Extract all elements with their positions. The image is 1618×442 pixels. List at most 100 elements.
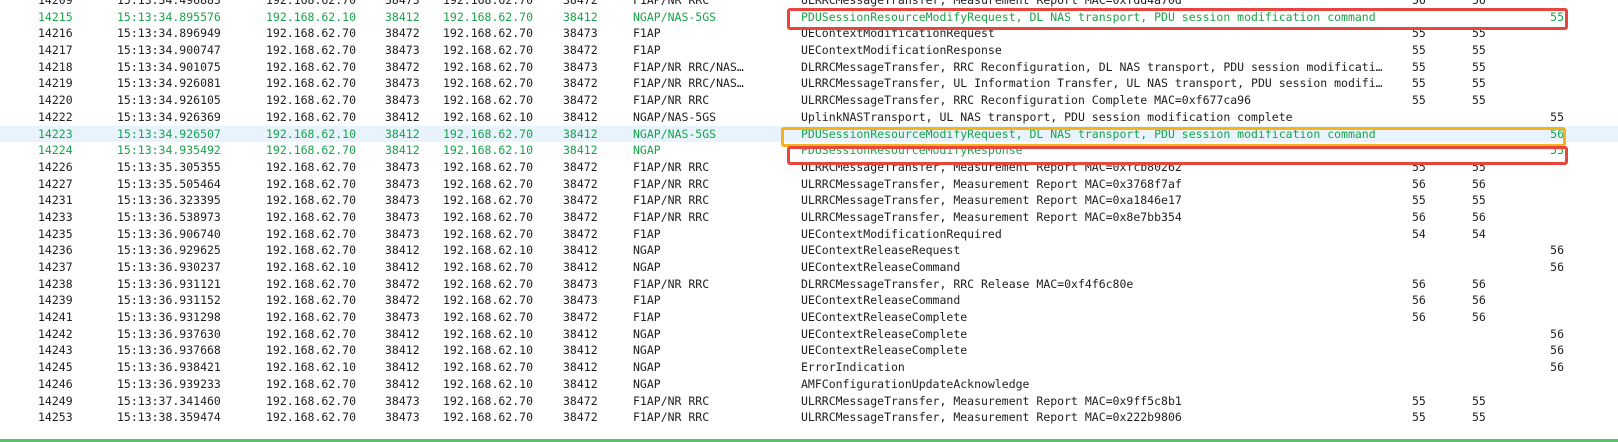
packet-number: 14245 (38, 360, 73, 375)
packet-row[interactable]: 14220 15:13:34.926105 192.168.62.70 38473 19… (0, 92, 1618, 109)
packet-source-port: 38473 (385, 393, 420, 408)
packet-field-3: 55 (1550, 143, 1564, 158)
packet-row[interactable]: 14243 15:13:36.937668 192.168.62.70 38412 19… (0, 342, 1618, 360)
packet-number: 14238 (38, 276, 73, 291)
packet-row[interactable]: 14237 15:13:36.930237 192.168.62.10 38412 19… (0, 259, 1618, 276)
packet-destination-port: 38473 (563, 276, 598, 291)
packet-field-2: 56 (1472, 209, 1486, 224)
packet-info: ULRRCMessageTransfer, Measurement Report… (801, 209, 1182, 224)
packet-row[interactable]: 14224 15:13:34.935492 192.168.62.70 38412 19… (0, 142, 1618, 159)
packet-source: 192.168.62.70 (266, 276, 357, 291)
packet-row[interactable]: 14235 15:13:36.906740 192.168.62.70 38473 19… (0, 225, 1618, 243)
packet-info: UEContextModificationRequired (801, 226, 1002, 241)
packet-row[interactable]: 14222 15:13:34.926369 192.168.62.70 38412 19… (0, 108, 1618, 126)
packet-time: 15:13:34.896949 (117, 26, 221, 41)
packet-row[interactable]: 14216 15:13:34.896949 192.168.62.70 38472 19… (0, 25, 1618, 43)
packet-row[interactable]: 14233 15:13:36.538973 192.168.62.70 38473 19… (0, 208, 1618, 226)
packet-source: 192.168.62.70 (266, 209, 357, 224)
packet-row[interactable]: 14209 15:13:34.496883 192.168.62.70 38473 19… (0, 0, 1618, 9)
packet-source-port: 38412 (385, 109, 420, 124)
packet-info: DLRRCMessageTransfer, RRC Release MAC=0x… (801, 276, 1134, 291)
packet-row[interactable]: 14242 15:13:36.937630 192.168.62.70 38412 19… (0, 325, 1618, 343)
packet-field-2: 55 (1472, 76, 1486, 91)
packet-number: 14231 (38, 193, 73, 208)
packet-info: UEContextReleaseComplete (801, 343, 968, 358)
packet-row[interactable]: 14226 15:13:35.305355 192.168.62.70 38473 19… (0, 158, 1618, 176)
packet-info: ErrorIndication (801, 360, 905, 375)
packet-time: 15:13:36.938421 (117, 360, 221, 375)
packet-source: 192.168.62.70 (266, 293, 357, 308)
packet-source: 192.168.62.70 (266, 176, 357, 191)
packet-source-port: 38473 (385, 310, 420, 325)
packet-protocol: F1AP/NR RRC (633, 193, 710, 208)
packet-field-3: 56 (1550, 343, 1564, 358)
packet-row[interactable]: 14238 15:13:36.931121 192.168.62.70 38472 19… (0, 275, 1618, 293)
packet-row[interactable]: 14217 15:13:34.900747 192.168.62.70 38473 19… (0, 42, 1618, 59)
packet-field-3: 56 (1550, 126, 1564, 141)
packet-row[interactable]: 14245 15:13:36.938421 192.168.62.10 38412 19… (0, 359, 1618, 376)
packet-number: 14249 (38, 393, 73, 408)
packet-destination: 192.168.62.70 (443, 126, 534, 141)
packet-source-port: 38472 (385, 26, 420, 41)
packet-destination: 192.168.62.10 (443, 243, 534, 258)
packet-info: PDUSessionResourceModifyRequest, DL NAS … (801, 126, 1376, 141)
packet-number: 14227 (38, 176, 73, 191)
packet-destination-port: 38472 (563, 0, 598, 7)
packet-source: 192.168.62.70 (266, 143, 357, 158)
packet-source-port: 38472 (385, 293, 420, 308)
packet-field-1: 55 (1412, 93, 1426, 108)
packet-number: 14253 (38, 410, 73, 425)
packet-protocol: NGAP/NAS-5GS (633, 9, 717, 24)
packet-source-port: 38412 (385, 326, 420, 341)
packet-row[interactable]: 14249 15:13:37.341460 192.168.62.70 38473 19… (0, 392, 1618, 410)
packet-time: 15:13:36.930237 (117, 260, 221, 274)
packet-destination-port: 38412 (563, 109, 598, 124)
packet-protocol: NGAP (633, 260, 661, 274)
packet-info: UEContextReleaseRequest (801, 243, 961, 258)
packet-field-2: 55 (1472, 26, 1486, 41)
packet-protocol: NGAP/NAS-5GS (633, 126, 717, 141)
packet-source: 192.168.62.70 (266, 376, 357, 391)
packet-source-port: 38473 (385, 93, 420, 108)
packet-destination: 192.168.62.70 (443, 410, 534, 425)
packet-row[interactable]: 14215 15:13:34.895576 192.168.62.10 38412 19… (0, 8, 1618, 26)
packet-source: 192.168.62.70 (266, 0, 357, 7)
packet-row[interactable]: 14227 15:13:35.505464 192.168.62.70 38473 19… (0, 175, 1618, 193)
packet-destination: 192.168.62.70 (443, 193, 534, 208)
packet-row[interactable]: 14246 15:13:36.939233 192.168.62.70 38412 19… (0, 375, 1618, 393)
packet-info: UEContextModificationResponse (801, 43, 1002, 58)
packet-info: UEContextReleaseComplete (801, 310, 968, 325)
packet-destination-port: 38473 (563, 26, 598, 41)
packet-row[interactable]: 14236 15:13:36.929625 192.168.62.70 38412 19… (0, 242, 1618, 259)
packet-field-2: 55 (1472, 410, 1486, 425)
packet-destination-port: 38412 (563, 343, 598, 358)
packet-info: ULRRCMessageTransfer, RRC Reconfiguratio… (801, 93, 1252, 108)
packet-row[interactable]: 14241 15:13:36.931298 192.168.62.70 38473 19… (0, 309, 1618, 326)
packet-field-1: 56 (1412, 276, 1426, 291)
packet-destination-port: 38472 (563, 193, 598, 208)
packet-field-2: 55 (1472, 59, 1486, 74)
packet-field-1: 54 (1412, 226, 1426, 241)
packet-destination: 192.168.62.70 (443, 76, 534, 91)
packet-time: 15:13:36.937668 (117, 343, 221, 358)
packet-source: 192.168.62.10 (266, 126, 357, 141)
packet-row[interactable]: 14239 15:13:36.931152 192.168.62.70 38472 19… (0, 292, 1618, 310)
packet-field-2: 56 (1472, 310, 1486, 325)
packet-protocol: NGAP (633, 376, 661, 391)
packet-row[interactable]: 14223 15:13:34.926507 192.168.62.10 38412 19… (0, 125, 1618, 143)
packet-time: 15:13:34.895576 (117, 9, 221, 24)
packet-destination: 192.168.62.70 (443, 260, 534, 274)
packet-destination: 192.168.62.70 (443, 209, 534, 224)
packet-row[interactable]: 14218 15:13:34.901075 192.168.62.70 38472 19… (0, 58, 1618, 76)
packet-source: 192.168.62.70 (266, 193, 357, 208)
packet-row[interactable]: 14253 15:13:38.359474 192.168.62.70 38473 19… (0, 409, 1618, 426)
packet-destination-port: 38472 (563, 176, 598, 191)
packet-row[interactable]: 14231 15:13:36.323395 192.168.62.70 38473 19… (0, 192, 1618, 209)
packet-info: ULRRCMessageTransfer, Measurement Report… (801, 410, 1182, 425)
packet-row[interactable]: 14219 15:13:34.926081 192.168.62.70 38473 19… (0, 75, 1618, 93)
packet-field-1: 56 (1412, 293, 1426, 308)
packet-source-port: 38412 (385, 126, 420, 141)
packet-info: ULRRCMessageTransfer, Measurement Report… (801, 159, 1182, 174)
packet-protocol: F1AP/NR RRC (633, 176, 710, 191)
packet-destination: 192.168.62.70 (443, 93, 534, 108)
